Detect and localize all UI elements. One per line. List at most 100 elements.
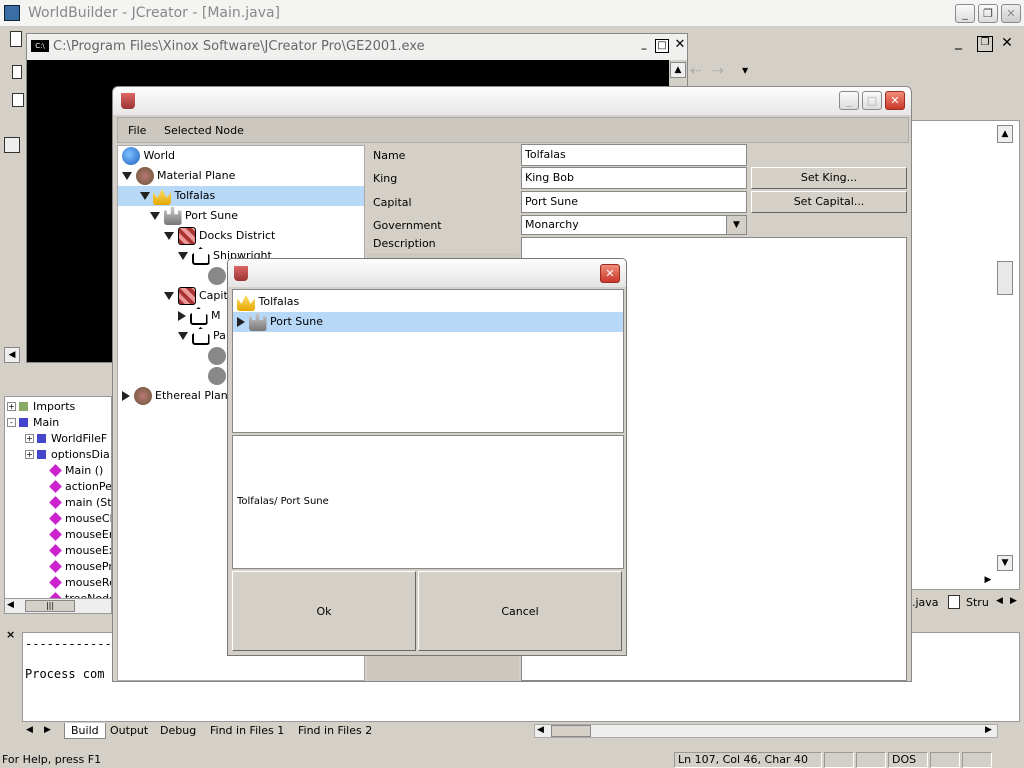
editor-area[interactable]: ▲ ▼ bbox=[910, 120, 1020, 590]
method-icon bbox=[49, 496, 62, 509]
collapse-minus-icon[interactable]: - bbox=[7, 418, 16, 427]
hscroll-left[interactable]: ◀ bbox=[537, 725, 544, 735]
king-field[interactable]: King Bob bbox=[521, 167, 747, 189]
expand-plus-icon[interactable]: + bbox=[25, 434, 34, 443]
console-minimize-button[interactable]: _ bbox=[637, 39, 651, 53]
expand-plus-icon[interactable]: + bbox=[25, 450, 34, 459]
editor-hscroll-right[interactable]: ▶ bbox=[980, 572, 996, 588]
hscroll-thumb[interactable] bbox=[551, 725, 591, 737]
tree-node-person[interactable] bbox=[208, 346, 226, 366]
menu-file[interactable]: File bbox=[128, 124, 146, 137]
tree-node-person[interactable] bbox=[208, 266, 226, 286]
collapsed-toggle-icon[interactable] bbox=[237, 317, 245, 327]
console-close-button[interactable]: ✕ bbox=[673, 38, 687, 53]
tree-node-material-plane[interactable]: Material Plane bbox=[122, 166, 235, 186]
name-field[interactable]: Tolfalas bbox=[521, 144, 747, 166]
method-icon bbox=[49, 528, 62, 541]
dialog-close-button[interactable]: ✕ bbox=[600, 264, 620, 283]
tab-scroll-left[interactable]: ◀ bbox=[996, 596, 1003, 606]
expand-plus-icon[interactable]: + bbox=[7, 402, 16, 411]
house-icon bbox=[191, 247, 210, 265]
tabs-scroll-left[interactable]: ◀ bbox=[26, 725, 33, 735]
output-line: -------------- bbox=[25, 637, 127, 651]
console-scroll-up[interactable]: ▲ bbox=[670, 62, 686, 78]
ide-minimize-button[interactable]: _ bbox=[955, 4, 975, 23]
menu-selected-node[interactable]: Selected Node bbox=[164, 124, 244, 137]
set-capital-button[interactable]: Set Capital... bbox=[751, 191, 907, 213]
wb-minimize-button[interactable]: _ bbox=[839, 91, 859, 110]
set-king-button[interactable]: Set King... bbox=[751, 167, 907, 189]
mdi-close-button[interactable]: ✕ bbox=[999, 36, 1015, 52]
tree-node-ethereal-plane[interactable]: Ethereal Plane bbox=[122, 386, 235, 406]
editor-tabs: .java Stru ◀ ▶ bbox=[908, 594, 1024, 612]
tab-scroll-right[interactable]: ▶ bbox=[1010, 596, 1017, 606]
ide-restore-button[interactable]: ❐ bbox=[978, 4, 998, 23]
person-icon bbox=[208, 367, 226, 385]
forward-arrow-icon[interactable]: ⇢ bbox=[712, 63, 724, 79]
scroll-left-arrow[interactable]: ◀ bbox=[7, 600, 14, 610]
tree-node-building-m[interactable]: M bbox=[178, 306, 221, 326]
scroll-left-button[interactable]: ◀ bbox=[4, 347, 20, 363]
ok-button[interactable]: Ok bbox=[232, 571, 416, 651]
expand-toggle-icon[interactable] bbox=[178, 252, 188, 260]
hscroll-right[interactable]: ▶ bbox=[985, 725, 992, 735]
tree-node-tolfalas[interactable]: Tolfalas bbox=[118, 186, 364, 206]
expand-toggle-icon[interactable] bbox=[164, 232, 174, 240]
mdi-minimize-button[interactable]: _ bbox=[955, 35, 971, 52]
method-icon bbox=[49, 544, 62, 557]
ide-close-button[interactable]: ✕ bbox=[1001, 4, 1021, 23]
expand-toggle-icon[interactable] bbox=[139, 192, 150, 200]
government-label: Government bbox=[373, 219, 442, 232]
file-view-hscroll[interactable]: ◀ ||| bbox=[4, 598, 112, 614]
editor-scroll-down[interactable]: ▼ bbox=[997, 555, 1013, 571]
dialog-node-port-sune[interactable]: Port Sune bbox=[233, 312, 623, 332]
output-close-icon[interactable]: × bbox=[6, 628, 15, 641]
tab-find-in-files-2[interactable]: Find in Files 2 bbox=[292, 723, 378, 739]
editor-tab[interactable]: .java bbox=[910, 596, 941, 609]
tab-find-in-files-1[interactable]: Find in Files 1 bbox=[204, 723, 290, 739]
toolbar-icon[interactable] bbox=[12, 93, 24, 107]
government-select[interactable]: Monarchy ▼ bbox=[521, 215, 747, 235]
scroll-thumb[interactable]: ||| bbox=[25, 600, 75, 612]
tree-node-port-sune[interactable]: Port Sune bbox=[150, 206, 238, 226]
tree-node-world[interactable]: World bbox=[122, 146, 175, 166]
toolbar-icon[interactable] bbox=[10, 31, 22, 47]
collapsed-toggle-icon[interactable] bbox=[178, 311, 186, 321]
expand-toggle-icon[interactable] bbox=[178, 332, 188, 340]
tab-output[interactable]: Output bbox=[104, 723, 154, 739]
editor-tab[interactable]: Stru bbox=[966, 596, 989, 609]
tree-node-capitol-district[interactable]: Capit bbox=[164, 286, 228, 306]
console-maximize-button[interactable]: □ bbox=[655, 39, 669, 53]
chevron-down-icon[interactable]: ▼ bbox=[726, 216, 746, 234]
castle-icon bbox=[163, 207, 182, 225]
editor-scroll-up[interactable]: ▲ bbox=[997, 125, 1013, 143]
expand-toggle-icon[interactable] bbox=[150, 212, 160, 220]
menubar: File Selected Node bbox=[117, 117, 909, 143]
wb-close-button[interactable]: ✕ bbox=[885, 91, 905, 110]
file-tree-label: Main () bbox=[65, 464, 104, 477]
collapsed-toggle-icon[interactable] bbox=[122, 391, 130, 401]
wb-maximize-button[interactable]: □ bbox=[862, 91, 882, 110]
tab-debug[interactable]: Debug bbox=[154, 723, 202, 739]
node-picker-dialog: ✕ Tolfalas Port Sune Tolfalas/ Port Sune… bbox=[227, 258, 627, 656]
expand-toggle-icon[interactable] bbox=[164, 292, 174, 300]
output-hscroll[interactable]: ◀ ▶ bbox=[534, 724, 998, 738]
dropdown-arrow-icon[interactable]: ▼ bbox=[742, 66, 748, 75]
toolbar-icon[interactable] bbox=[12, 65, 22, 79]
dialog-node-tolfalas[interactable]: Tolfalas bbox=[237, 292, 299, 312]
expand-toggle-icon[interactable] bbox=[122, 172, 132, 180]
cancel-button[interactable]: Cancel bbox=[418, 571, 622, 651]
dialog-tree[interactable]: Tolfalas Port Sune bbox=[232, 289, 624, 433]
tab-build[interactable]: Build bbox=[64, 723, 106, 739]
mdi-restore-button[interactable]: ❐ bbox=[977, 36, 993, 52]
tabs-scroll-right[interactable]: ▶ bbox=[44, 725, 51, 735]
back-arrow-icon[interactable]: ⇠ bbox=[690, 63, 702, 79]
status-help: For Help, press F1 bbox=[2, 753, 102, 766]
tree-node-docks-district[interactable]: Docks District bbox=[164, 226, 275, 246]
tree-node-person[interactable] bbox=[208, 366, 226, 386]
toolbar-icon[interactable] bbox=[4, 137, 20, 153]
tree-node-building-pa[interactable]: Pa bbox=[178, 326, 226, 346]
structure-icon bbox=[948, 595, 960, 609]
capital-field[interactable]: Port Sune bbox=[521, 191, 747, 213]
editor-scroll-thumb[interactable] bbox=[997, 261, 1013, 295]
